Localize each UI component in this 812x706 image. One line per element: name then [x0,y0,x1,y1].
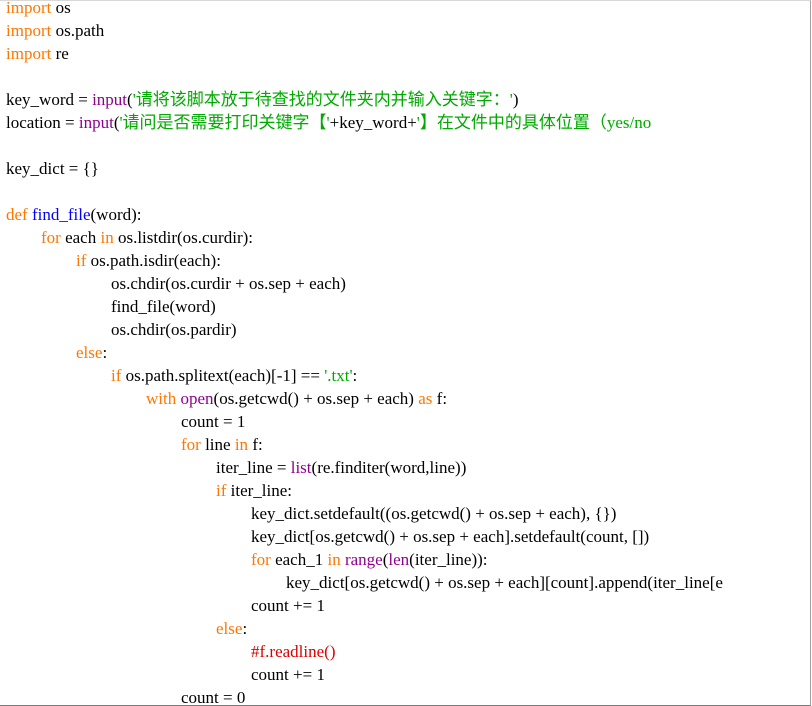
code-line: location = input('请问是否需要打印关键字【'+key_word… [6,111,651,134]
code-line: for each in os.listdir(os.curdir): [41,226,253,249]
code-token: os.chdir(os.pardir) [111,320,237,339]
code-token: : [242,619,248,638]
code-token: os.path [51,21,105,40]
code-token: list [290,458,312,477]
code-token: '.txt' [324,366,353,385]
code-line: os.chdir(os.curdir + os.sep + each) [111,272,346,295]
code-token: for [181,435,201,454]
code-token: each_1 [270,550,328,569]
code-line: for line in f: [181,433,263,456]
code-line: import os.path [6,19,104,42]
code-token: open [180,389,214,408]
code-line: key_dict[os.getcwd() + os.sep + each][co… [286,571,723,594]
code-token: if [76,251,87,270]
code-token: os.listdir(os.curdir): [113,228,253,247]
code-token: input [78,113,114,132]
code-token: key_dict[os.getcwd() + os.sep + each][co… [286,573,723,592]
code-token: '请问是否需要打印关键字【' [119,113,330,132]
code-token: else [216,619,243,638]
code-line: if iter_line: [216,479,292,502]
code-token: #f.readline() [251,642,336,661]
code-token: location = [6,113,79,132]
code-token: key_word = [6,90,93,109]
code-line: count = 0 [181,686,246,706]
code-line: count += 1 [251,594,325,617]
code-line: import re [6,42,69,65]
code-line: with open(os.getcwd() + os.sep + each) a… [146,387,447,410]
code-token: : [352,366,358,385]
code-token: key_dict[os.getcwd() + os.sep + each].se… [251,527,650,546]
code-line: for each_1 in range(len(iter_line)): [251,548,488,571]
code-token: (re.finditer(word,line)) [311,458,467,477]
code-token: iter_line: [226,481,293,500]
code-token: input [92,90,128,109]
code-line: if os.path.isdir(each): [76,249,221,272]
code-line: key_dict = {} [6,157,99,180]
code-token: import [6,0,52,17]
code-token: in [327,550,341,569]
code-editor[interactable]: import os import os.path import re key_word… [0,0,811,706]
code-token: each [60,228,101,247]
code-token: find_file(word) [111,297,216,316]
code-line: else: [76,341,107,364]
code-line: key_word = input('请将该脚本放于待查找的文件夹内并输入关键字：… [6,88,519,111]
code-token: find_file [31,205,91,224]
code-token: (os.getcwd() + os.sep + each) [213,389,419,408]
code-line: count += 1 [251,663,325,686]
code-token: import [6,44,52,63]
code-token: '】在文件中的具体位置（yes/no [416,113,652,132]
code-line: os.chdir(os.pardir) [111,318,237,341]
code-line: key_dict[os.getcwd() + os.sep + each].se… [251,525,649,548]
code-line: iter_line = list(re.finditer(word,line)) [216,456,466,479]
code-token: in [234,435,249,454]
code-token: line [200,435,235,454]
code-token: (word): [90,205,142,224]
code-token: as [418,389,433,408]
code-token: count = 1 [181,412,246,431]
code-line: #f.readline() [251,640,335,663]
code-token: len [388,550,410,569]
code-line: def find_file(word): [6,203,142,226]
code-token: count = 0 [181,688,246,706]
code-line: import os [6,0,71,19]
code-token: : [102,343,108,362]
code-token: key_dict.setdefault((os.getcwd() + os.se… [251,504,617,523]
code-line: else: [216,617,247,640]
code-token: os.path.splitext(each)[-1] == [121,366,325,385]
code-token: ) [512,90,519,109]
code-token: count += 1 [251,596,325,615]
code-token: iter_line = [216,458,291,477]
code-line: key_dict.setdefault((os.getcwd() + os.se… [251,502,616,525]
code-token: f: [248,435,263,454]
code-token: import [6,21,52,40]
code-token: range [344,550,383,569]
code-token: else [76,343,103,362]
code-token: with [146,389,177,408]
code-token: '请将该脚本放于待查找的文件夹内并输入关键字：' [132,90,513,109]
code-token: in [100,228,114,247]
code-token: key_dict = {} [6,159,99,178]
code-line: if os.path.splitext(each)[-1] == '.txt': [111,364,357,387]
code-token: os.path.isdir(each): [86,251,221,270]
code-token: if [111,366,122,385]
code-token: f: [432,389,448,408]
code-line: find_file(word) [111,295,216,318]
code-token: os.chdir(os.curdir + os.sep + each) [111,274,346,293]
code-token: +key_word+ [329,113,417,132]
code-token: for [251,550,271,569]
code-token: re [51,44,69,63]
code-token: if [216,481,227,500]
code-token: count += 1 [251,665,325,684]
code-token: os [51,0,71,17]
code-line: count = 1 [181,410,245,433]
code-token: for [41,228,61,247]
code-token: def [6,205,28,224]
code-token: (iter_line)): [409,550,488,569]
